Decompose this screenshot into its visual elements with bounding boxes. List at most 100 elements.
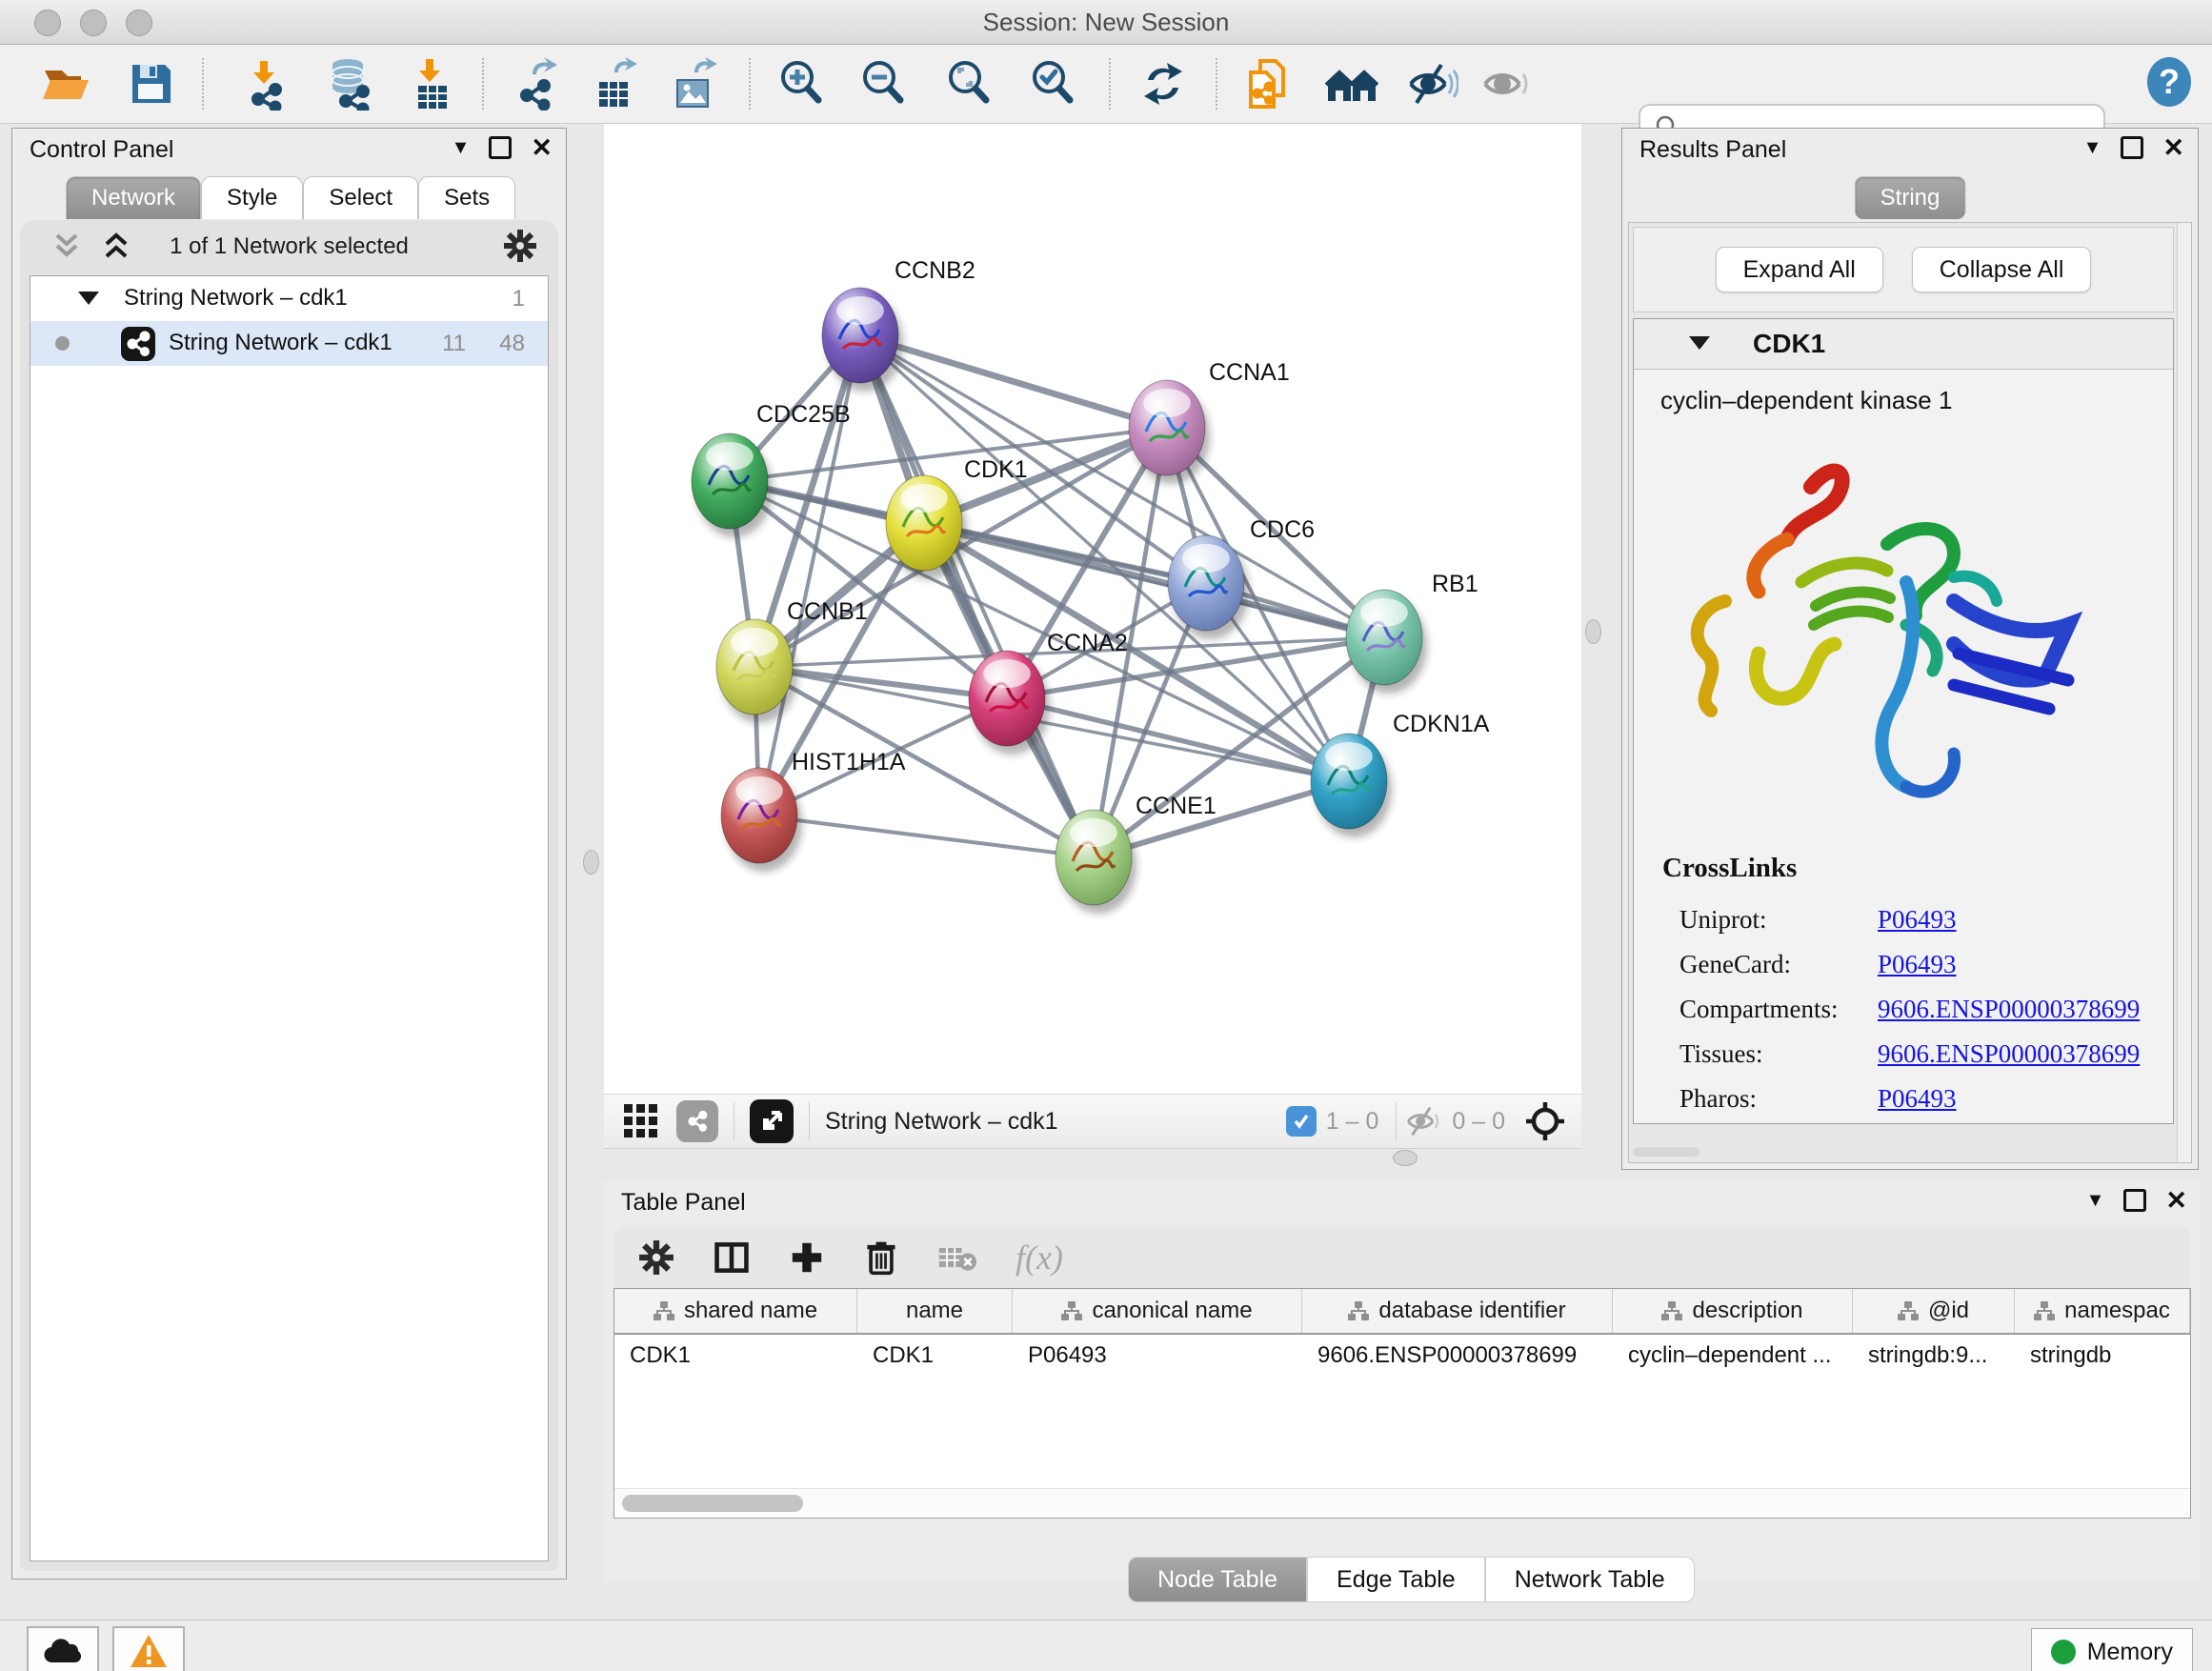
crosslink-link[interactable]: P06493 [1878,1084,1957,1114]
network-node-cdkn1a[interactable] [1311,734,1392,837]
refresh-icon[interactable] [1136,56,1191,111]
export-table-icon[interactable] [587,56,642,111]
left-splitter-handle[interactable] [583,850,599,875]
fit-selected-crosshair-icon[interactable] [1524,1100,1566,1142]
crosslink-link[interactable]: P06493 [1878,905,1957,935]
network-node-rb1[interactable] [1346,590,1427,694]
column-header-name[interactable]: name [857,1289,1013,1333]
tab-select[interactable]: Select [303,176,418,219]
column-header-shared-name[interactable]: shared name [614,1289,857,1333]
bottom-splitter-handle[interactable] [1393,1150,1418,1166]
table-horizontal-scrollbar[interactable] [614,1488,2190,1518]
zoom-selected-icon[interactable] [1025,56,1080,111]
import-network-from-database-icon[interactable] [322,56,377,111]
crosslink-link[interactable]: P06493 [1878,950,1957,979]
add-column-icon[interactable] [789,1239,825,1276]
string-documents-icon[interactable] [1242,56,1297,111]
right-splitter-handle[interactable] [1585,619,1601,644]
help-icon[interactable]: ? [2142,54,2197,110]
export-image-icon[interactable] [667,56,722,111]
results-vertical-scrollbar[interactable] [2177,223,2191,1162]
table-row[interactable]: CDK1CDK1P064939606.ENSP00000378699cyclin… [614,1335,2190,1377]
tab-network-table[interactable]: Network Table [1485,1557,1695,1602]
network-node-hist1h1a[interactable] [721,768,802,872]
crosslink-link[interactable]: 9606.ENSP00000378699 [1878,1039,2140,1069]
houses-icon[interactable] [1324,56,1379,111]
network-tab-content: 1 of 1 Network selected String Network –… [20,220,558,1571]
column-header-id[interactable]: @id [1853,1289,2015,1333]
panel-menu-icon[interactable]: ▼ [2083,137,2102,159]
panel-float-icon[interactable] [2123,1189,2146,1212]
grid-view-icon[interactable] [623,1103,659,1139]
network-edge[interactable] [860,335,1167,428]
table-cell[interactable]: 9606.ENSP00000378699 [1302,1335,1613,1377]
table-cell[interactable]: stringdb:9... [1853,1335,2015,1377]
hidden-eye-slash-icon[interactable] [1404,1105,1442,1137]
table-cell[interactable]: CDK1 [857,1335,1013,1377]
collapse-all-button[interactable]: Collapse All [1912,247,2092,292]
export-network-icon[interactable] [507,56,562,111]
cloud-button[interactable] [27,1626,99,1671]
collection-count: 1 [513,286,525,312]
network-edge[interactable] [860,335,1094,857]
section-collapse-icon[interactable] [1689,336,1710,350]
table-cell[interactable]: cyclin–dependent ... [1613,1335,1853,1377]
network-node-ccna2[interactable] [969,651,1050,755]
collection-collapse-icon[interactable] [78,292,99,305]
network-node-ccnb2[interactable] [822,288,903,392]
zoom-out-icon[interactable] [855,56,911,111]
tab-string[interactable]: String [1855,176,1966,219]
toolbar-separator [482,58,484,110]
panel-menu-icon[interactable]: ▼ [452,137,471,159]
panel-menu-icon[interactable]: ▼ [2086,1190,2105,1212]
table-cell[interactable]: P06493 [1013,1335,1302,1377]
delete-column-icon[interactable] [863,1238,899,1277]
tab-node-table[interactable]: Node Table [1128,1557,1307,1602]
network-node-ccnb1[interactable] [716,619,797,723]
memory-button[interactable]: Memory [2031,1628,2193,1671]
panel-float-icon[interactable] [489,136,512,159]
network-canvas[interactable]: CCNB2CCNA1CDC25BCDK1CDC6RB1CCNB1CCNA2CDK… [604,124,1581,1094]
network-thumbnail-icon[interactable] [676,1100,718,1142]
column-header-description[interactable]: description [1613,1289,1853,1333]
tab-style[interactable]: Style [201,176,303,219]
tab-network[interactable]: Network [66,176,201,219]
node-result-header[interactable]: CDK1 [1634,319,2173,370]
scrollbar-thumb[interactable] [622,1495,803,1512]
warnings-button[interactable] [112,1626,185,1671]
table-options-gear-icon[interactable] [638,1239,674,1276]
selected-checkbox-icon[interactable] [1286,1106,1317,1137]
crosslink-link[interactable]: 9606.ENSP00000378699 [1878,995,2140,1024]
network-edge[interactable] [924,523,1384,637]
expand-all-button[interactable]: Expand All [1716,247,1883,292]
network-node-ccne1[interactable] [1056,810,1136,914]
crosslink-row: Tissues:9606.ENSP00000378699 [1662,1032,2140,1077]
column-header-namespac[interactable]: namespac [2015,1289,2190,1333]
import-network-icon[interactable] [238,56,293,111]
network-options-gear-icon[interactable] [503,229,537,263]
panel-close-icon[interactable]: ✕ [531,137,553,158]
birds-eye-view-icon[interactable] [750,1099,794,1143]
show-columns-icon[interactable] [713,1238,751,1277]
open-session-icon[interactable] [38,56,93,111]
import-table-icon[interactable] [404,56,459,111]
network-collection-row[interactable]: String Network – cdk1 1 [30,276,548,321]
network-edge[interactable] [759,815,1094,857]
zoom-fit-icon[interactable] [941,56,996,111]
panel-close-icon[interactable]: ✕ [2162,137,2184,158]
results-horizontal-scrollbar[interactable] [1633,1147,1699,1157]
table-cell[interactable]: CDK1 [614,1335,857,1377]
show-all-icon[interactable] [1478,56,1534,111]
column-header-database-identifier[interactable]: database identifier [1302,1289,1613,1333]
network-row[interactable]: String Network – cdk1 11 48 [30,321,548,366]
panel-float-icon[interactable] [2121,136,2143,159]
column-header-canonical-name[interactable]: canonical name [1013,1289,1302,1333]
zoom-in-icon[interactable] [774,56,829,111]
table-cell[interactable]: stringdb [2015,1335,2190,1377]
hide-selected-icon[interactable] [1404,56,1459,111]
table-toolbar: f(x) [613,1227,2191,1288]
tab-edge-table[interactable]: Edge Table [1307,1557,1485,1602]
tab-sets[interactable]: Sets [418,176,515,219]
save-session-icon[interactable] [124,56,179,111]
panel-close-icon[interactable]: ✕ [2165,1190,2187,1211]
